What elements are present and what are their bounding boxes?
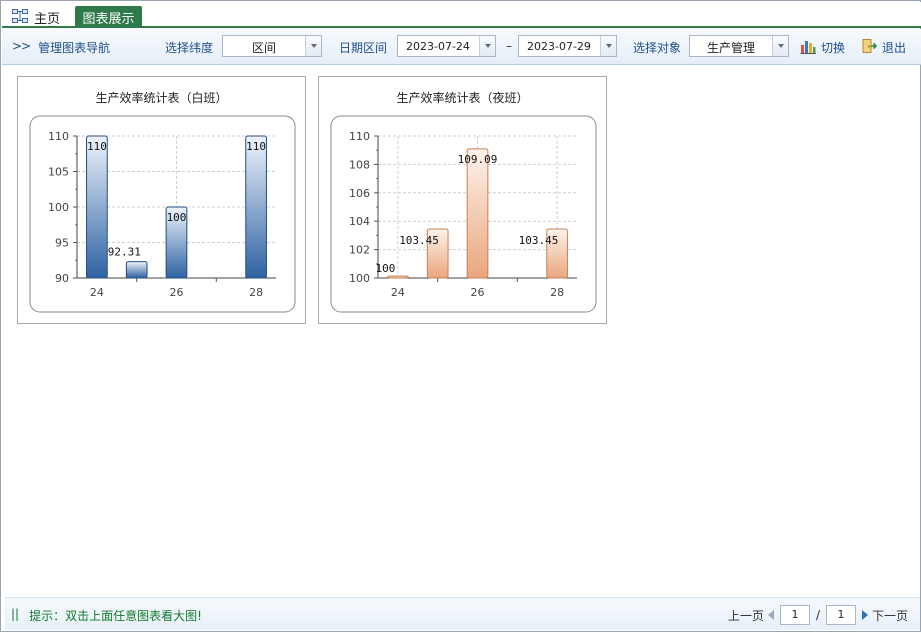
chevron-down-icon[interactable] <box>772 36 788 56</box>
chart-title: 生产效率统计表（白班） <box>95 91 228 105</box>
y-tick-label: 108 <box>349 158 370 171</box>
y-tick-label: 90 <box>55 272 69 285</box>
plot-frame <box>330 115 597 313</box>
y-tick-label: 110 <box>349 130 370 143</box>
y-tick-label: 100 <box>48 201 69 214</box>
switch-label: 切换 <box>821 41 846 55</box>
prev-page-button[interactable]: 上一页 <box>728 607 774 624</box>
data-label: 109.09 <box>458 153 498 166</box>
next-page-label: 下一页 <box>871 608 908 623</box>
chevron-down-icon[interactable] <box>305 36 321 56</box>
app-window: 主页 图表展示 >> 管理图表导航 选择纬度 区间 日期区间 2023-07-2… <box>0 0 921 632</box>
page-total: 1 <box>825 605 856 625</box>
toolbar: >> 管理图表导航 选择纬度 区间 日期区间 2023-07-24 – 2023… <box>2 29 921 65</box>
night-shift-chart-panel[interactable]: 生产效率统计表（夜班） 100 102 104 106 108 110 24 26 28 100 1… <box>318 76 607 324</box>
date-range-label: 日期区间 <box>339 41 388 55</box>
sitemap-icon <box>12 8 28 26</box>
chart-nav-label: 管理图表导航 <box>38 41 111 55</box>
triangle-left-icon <box>767 610 774 620</box>
hint-bars-icon: || <box>11 607 20 621</box>
chart-nav-link[interactable]: >> 管理图表导航 <box>12 39 110 56</box>
tab-home[interactable]: 主页 <box>12 7 60 27</box>
data-label: 100 <box>167 211 187 224</box>
dimension-value: 区间 <box>251 41 276 55</box>
x-tick-label: 28 <box>550 286 564 299</box>
tab-chart-display[interactable]: 图表展示 <box>75 6 142 28</box>
page-separator: / <box>815 608 820 622</box>
data-label: 103.45 <box>399 234 439 247</box>
y-tick-label: 102 <box>349 244 370 257</box>
day-shift-chart: 90 95 100 105 110 24 26 28 110 92.31 100 110 <box>29 115 296 313</box>
status-bar: || 提示：双击上面任意图表看大图! 上一页 1 / 1 下一页 <box>5 597 920 630</box>
tab-bar: 主页 图表展示 <box>2 2 921 28</box>
chart-area: 生产效率统计表（白班） 90 95 100 105 110 24 26 28 110 92.31 1… <box>5 65 920 597</box>
night-shift-chart: 100 102 104 106 108 110 24 26 28 100 103.45 109.09 1… <box>330 115 597 313</box>
bar[interactable] <box>86 135 108 279</box>
dimension-select[interactable]: 区间 <box>222 35 322 57</box>
switch-button[interactable]: 切换 <box>800 38 845 57</box>
y-tick-label: 100 <box>349 272 370 285</box>
page-input[interactable]: 1 <box>779 605 810 625</box>
exit-door-icon <box>861 38 878 57</box>
data-label: 103.45 <box>519 234 559 247</box>
chevron-down-icon[interactable] <box>479 36 495 56</box>
date-start-picker[interactable]: 2023-07-24 <box>397 35 496 57</box>
x-tick-label: 26 <box>170 286 184 299</box>
data-label: 110 <box>87 140 107 153</box>
bar[interactable] <box>245 135 267 279</box>
x-tick-label: 24 <box>90 286 104 299</box>
day-shift-chart-panel[interactable]: 生产效率统计表（白班） 90 95 100 105 110 24 26 28 110 92.31 1… <box>17 76 306 324</box>
pager: 上一页 1 / 1 下一页 <box>728 604 908 626</box>
x-tick-label: 24 <box>391 286 405 299</box>
hint-text: 提示：双击上面任意图表看大图! <box>29 609 202 623</box>
data-label: 110 <box>246 140 266 153</box>
hint: || 提示：双击上面任意图表看大图! <box>11 607 202 624</box>
triangle-right-icon <box>861 610 868 620</box>
date-end-picker[interactable]: 2023-07-29 <box>518 35 617 57</box>
dimension-label: 选择纬度 <box>165 41 214 55</box>
exit-button[interactable]: 退出 <box>861 38 906 57</box>
next-page-button[interactable]: 下一页 <box>861 607 908 624</box>
tab-home-label: 主页 <box>34 11 61 27</box>
target-select[interactable]: 生产管理 <box>689 35 789 57</box>
prev-page-label: 上一页 <box>727 608 764 623</box>
bar[interactable] <box>125 261 148 279</box>
target-value: 生产管理 <box>706 41 755 55</box>
date-end-value: 2023-07-29 <box>527 40 591 53</box>
chart-title: 生产效率统计表（夜班） <box>396 91 529 105</box>
bar[interactable] <box>466 148 489 279</box>
y-tick-label: 110 <box>48 130 69 143</box>
y-tick-label: 104 <box>349 215 370 228</box>
chevron-down-icon[interactable] <box>600 36 616 56</box>
bar[interactable] <box>387 275 409 279</box>
bar-chart-icon <box>800 38 816 57</box>
data-label: 100 <box>376 262 396 275</box>
double-chevron-icon: >> <box>12 39 31 53</box>
date-start-value: 2023-07-24 <box>406 40 470 53</box>
date-separator: – <box>506 39 512 53</box>
exit-label: 退出 <box>882 41 907 55</box>
data-label: 92.31 <box>108 246 141 259</box>
y-tick-label: 106 <box>349 187 370 200</box>
y-tick-label: 105 <box>48 166 69 179</box>
target-label: 选择对象 <box>633 41 682 55</box>
x-tick-label: 28 <box>249 286 263 299</box>
y-tick-label: 95 <box>55 237 69 250</box>
x-tick-label: 26 <box>471 286 485 299</box>
